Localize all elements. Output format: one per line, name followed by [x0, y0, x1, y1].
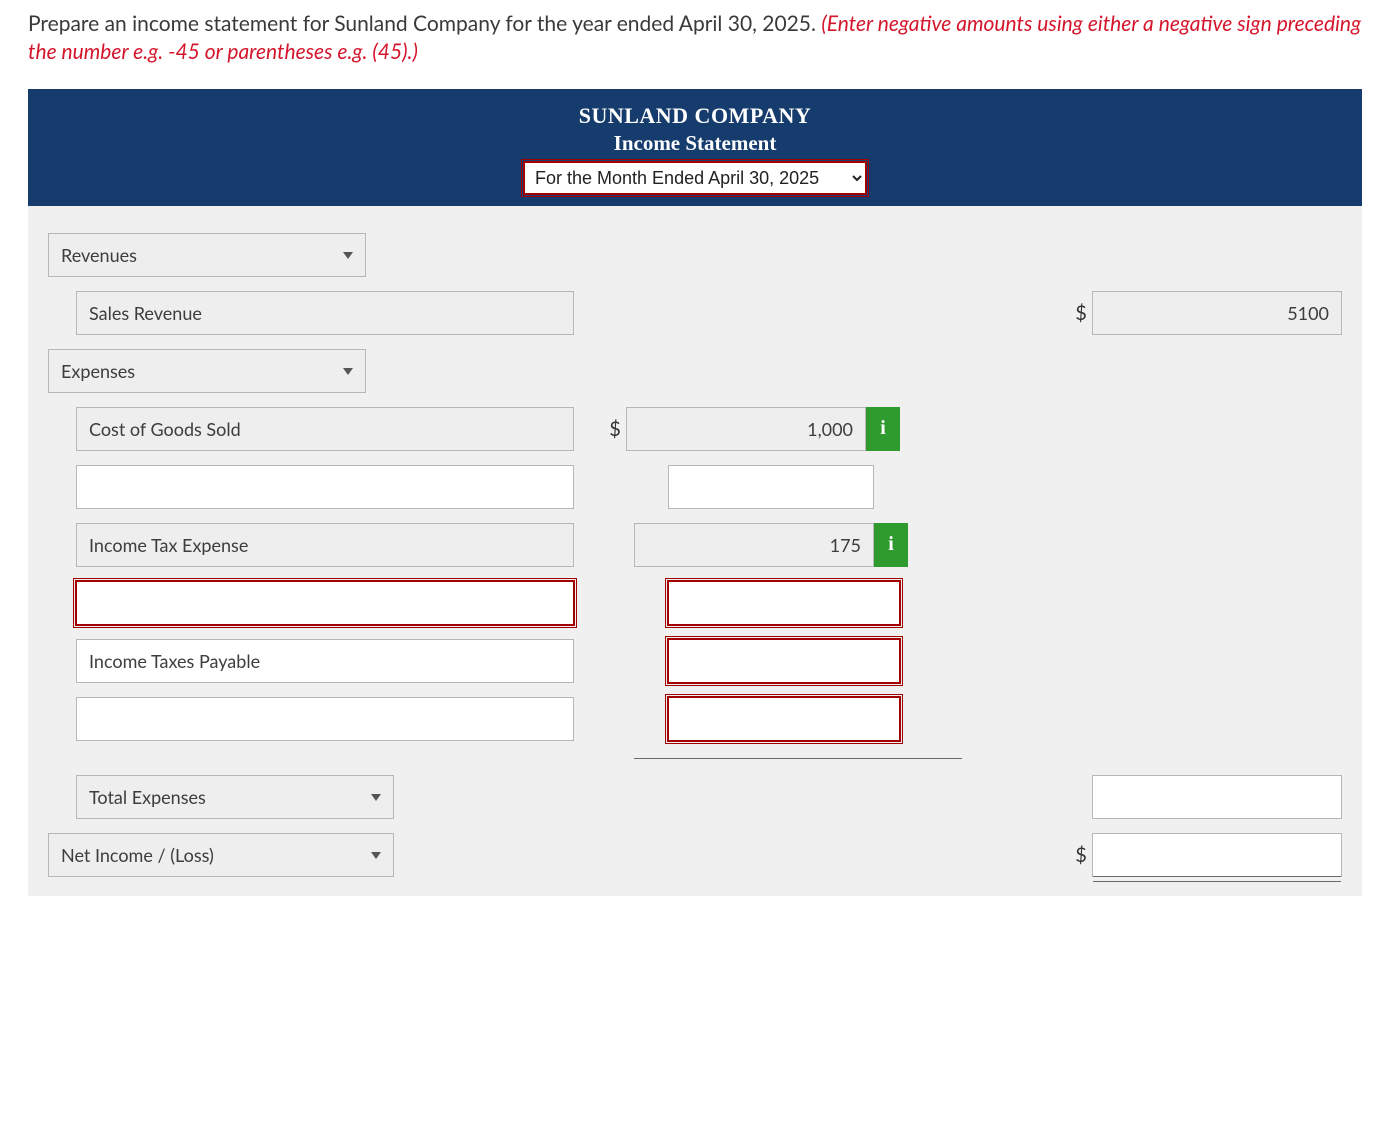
cogs-label-input[interactable]: Cost of Goods Sold — [76, 407, 574, 451]
revenues-select[interactable]: Revenues — [48, 233, 366, 277]
cogs-amount: 1,000 — [639, 418, 853, 440]
period-select[interactable]: For the Month Ended April 30, 2025 — [524, 162, 866, 194]
expenses-select[interactable]: Expenses — [48, 349, 366, 393]
company-name: SUNLAND COMPANY — [28, 103, 1362, 129]
sales-revenue-label-input[interactable]: Sales Revenue — [76, 291, 574, 335]
expense-label-input-blank2[interactable] — [76, 697, 574, 741]
income-taxes-payable-label-input[interactable]: Income Taxes Payable — [76, 639, 574, 683]
cogs-amount-input[interactable]: 1,000 — [626, 407, 866, 451]
info-icon[interactable]: i — [866, 407, 900, 451]
sales-revenue-amount: 5100 — [1105, 302, 1329, 324]
form-body: Revenues Sales Revenue $ 5100 Expenses C… — [28, 206, 1362, 896]
dollar-sign: $ — [1070, 843, 1092, 867]
info-icon[interactable]: i — [874, 523, 908, 567]
instructions-main: Prepare an income statement for Sunland … — [28, 11, 821, 36]
cogs-label: Cost of Goods Sold — [89, 418, 241, 440]
income-taxes-payable-amount-input[interactable] — [668, 639, 900, 683]
expense-amount-input-error[interactable] — [668, 581, 900, 625]
income-taxes-payable-label: Income Taxes Payable — [89, 650, 260, 672]
sales-revenue-label: Sales Revenue — [89, 302, 202, 324]
revenues-label: Revenues — [61, 244, 137, 266]
expense-label-input-blank1[interactable] — [76, 465, 574, 509]
net-income-label: Net Income / (Loss) — [61, 844, 214, 866]
expense-amount-input-blank2[interactable] — [668, 697, 900, 741]
total-expenses-amount-input[interactable] — [1092, 775, 1342, 819]
total-expenses-select[interactable]: Total Expenses — [76, 775, 394, 819]
net-income-select[interactable]: Net Income / (Loss) — [48, 833, 394, 877]
total-expenses-label: Total Expenses — [89, 786, 206, 808]
expenses-label: Expenses — [61, 360, 135, 382]
statement-title: Income Statement — [28, 131, 1362, 156]
expense-amount-input-blank1[interactable] — [668, 465, 874, 509]
expense-label-input-error[interactable] — [76, 581, 574, 625]
sales-revenue-amount-input[interactable]: 5100 — [1092, 291, 1342, 335]
income-tax-expense-label-input[interactable]: Income Tax Expense — [76, 523, 574, 567]
instructions: Prepare an income statement for Sunland … — [28, 10, 1362, 67]
income-tax-expense-amount: 175 — [647, 534, 861, 556]
subtotal-rule — [634, 757, 962, 759]
dollar-sign: $ — [604, 417, 626, 441]
dollar-sign: $ — [1070, 301, 1092, 325]
income-tax-expense-amount-input[interactable]: 175 — [634, 523, 874, 567]
statement-header: SUNLAND COMPANY Income Statement For the… — [28, 89, 1362, 206]
income-tax-expense-label: Income Tax Expense — [89, 534, 248, 556]
net-income-amount-input[interactable] — [1092, 833, 1342, 877]
